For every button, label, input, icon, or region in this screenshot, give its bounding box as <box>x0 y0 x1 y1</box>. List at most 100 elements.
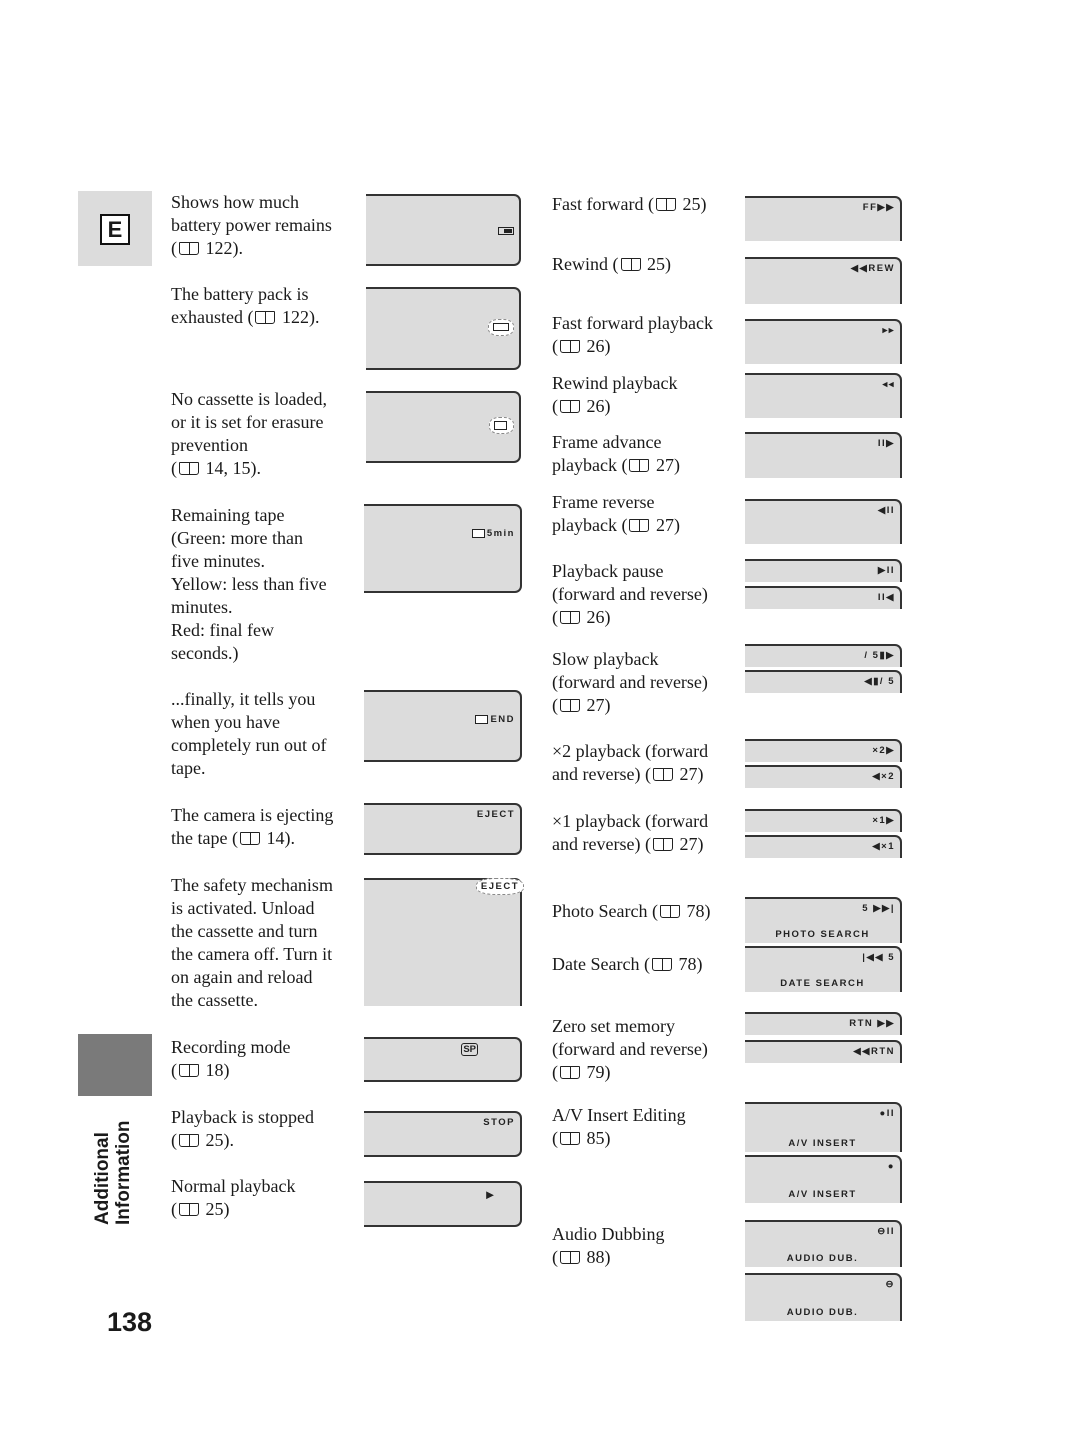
book-reference-icon <box>651 958 672 971</box>
battery-icon <box>498 226 514 237</box>
book-reference-icon <box>560 340 580 353</box>
viewfinder-display: FF▶▶ <box>745 196 902 241</box>
viewfinder-display: ◀◀REW <box>745 257 902 304</box>
page-reference: 27) <box>651 515 680 535</box>
display-mode-label: A/V INSERT <box>788 1138 857 1149</box>
viewfinder-display: ×1▶ <box>745 809 902 832</box>
page-reference: 26) <box>582 396 611 416</box>
display-mode-label: PHOTO SEARCH <box>775 929 870 940</box>
page-reference: 27) <box>582 695 611 715</box>
book-reference-icon <box>655 198 676 211</box>
book-reference-icon <box>560 699 580 712</box>
display-mode-label: AUDIO DUB. <box>786 1307 859 1318</box>
left-item-description: Remaining tape (Green: more than five mi… <box>171 504 361 665</box>
status-indicator: ◂◂ <box>882 379 895 390</box>
left-item-description: Normal playback ( 25) <box>171 1175 361 1221</box>
status-indicator: II▶ <box>877 438 895 449</box>
book-reference-icon <box>255 311 276 324</box>
book-reference-icon <box>560 611 580 624</box>
viewfinder-display: ◂◂ <box>745 373 902 418</box>
right-item-description: ×1 playback (forward and reverse) ( 27) <box>552 810 742 856</box>
status-indicator: ▸▸ <box>882 325 895 336</box>
viewfinder-display: ⊖II AUDIO DUB. <box>745 1220 902 1267</box>
viewfinder-display: END <box>364 690 522 762</box>
book-reference-icon <box>629 519 650 532</box>
left-item-description: No cassette is loaded, or it is set for … <box>171 388 361 480</box>
page-reference: 25) <box>677 194 707 214</box>
display-mode-label: A/V INSERT <box>788 1189 857 1200</box>
description-text: Rewind ( <box>552 254 619 274</box>
section-letter: E <box>100 214 130 245</box>
section-tab-e: E <box>78 191 152 266</box>
viewfinder-display: 5min <box>364 504 522 593</box>
page-reference: 85) <box>582 1128 611 1148</box>
status-indicator: ◀◀RTN <box>853 1046 895 1057</box>
book-reference-icon <box>629 459 650 472</box>
page-reference: 18) <box>201 1060 230 1080</box>
description-text: The safety mechanism is activated. Unloa… <box>171 875 333 1010</box>
viewfinder-display: II◀ <box>745 586 902 609</box>
side-label-line1: Additional <box>92 1132 113 1225</box>
book-reference-icon <box>560 1066 580 1079</box>
status-indicator: ●II <box>879 1108 895 1119</box>
viewfinder-display: STOP <box>364 1111 522 1157</box>
viewfinder-display: ×2▶ <box>745 739 902 762</box>
left-item-description: Recording mode ( 18) <box>171 1036 361 1082</box>
side-label-line2: Information <box>113 1120 134 1226</box>
status-indicator: ×1▶ <box>872 815 895 826</box>
eject-warning-indicator: EJECT <box>475 878 524 895</box>
status-indicator: ◀×2 <box>872 771 895 782</box>
right-item-description: Fast forward playback ( 26) <box>552 312 742 358</box>
viewfinder-display: ◀×2 <box>745 765 902 788</box>
right-item-description: ×2 playback (forward and reverse) ( 27) <box>552 740 742 786</box>
status-indicator: STOP <box>483 1117 515 1128</box>
book-reference-icon <box>179 242 199 255</box>
status-indicator: ◀II <box>877 505 895 516</box>
tape-indicator: 5min <box>471 528 515 539</box>
viewfinder-display: ▶II <box>745 559 902 582</box>
page-reference: 25) <box>201 1199 230 1219</box>
page-reference: 79) <box>582 1062 611 1082</box>
left-item-description: ...finally, it tells you when you have c… <box>171 688 361 780</box>
book-reference-icon <box>560 400 580 413</box>
book-reference-icon <box>179 1203 199 1216</box>
page-reference: 27) <box>674 764 704 784</box>
right-item-description: Playback pause (forward and reverse) ( 2… <box>552 560 742 629</box>
status-indicator: ▶II <box>877 565 895 576</box>
page-reference: 14). <box>261 828 295 848</box>
viewfinder-display: ● A/V INSERT <box>745 1155 902 1203</box>
tape-indicator: END <box>475 714 515 725</box>
cassette-warning-icon <box>489 417 514 434</box>
viewfinder-display <box>366 391 521 463</box>
display-mode-label: DATE SEARCH <box>780 978 865 989</box>
viewfinder-display: ⊖ AUDIO DUB. <box>745 1273 902 1321</box>
viewfinder-display: ◀◀RTN <box>745 1040 902 1063</box>
right-item-description: Rewind playback ( 26) <box>552 372 742 418</box>
status-indicator: EJECT <box>476 809 515 820</box>
right-item-description: Date Search ( 78) <box>552 953 742 976</box>
page-reference: 25). <box>201 1130 235 1150</box>
page-reference: 122). <box>201 238 244 258</box>
status-indicator: RTN ▶▶ <box>849 1018 895 1029</box>
right-item-description: A/V Insert Editing ( 85) <box>552 1104 742 1150</box>
book-reference-icon <box>179 1064 199 1077</box>
right-item-description: Rewind ( 25) <box>552 253 742 276</box>
description-text: Fast forward ( <box>552 194 654 214</box>
status-indicator: ● <box>887 1161 895 1172</box>
page-reference: 26) <box>582 607 611 627</box>
viewfinder-display: ▸▸ <box>745 319 902 364</box>
left-item-description: Shows how much battery power remains ( 1… <box>171 191 361 260</box>
status-indicator: ◀▮/ 5 <box>864 676 895 687</box>
status-indicator: II◀ <box>877 592 895 603</box>
description-text: ...finally, it tells you when you have c… <box>171 689 327 778</box>
viewfinder-display: 5 ▶▶| PHOTO SEARCH <box>745 897 902 943</box>
viewfinder-display: ► <box>364 1181 522 1227</box>
status-indicator: ◀×1 <box>872 841 895 852</box>
viewfinder-display: ◀×1 <box>745 835 902 858</box>
description-text: Photo Search ( <box>552 901 658 921</box>
book-reference-icon <box>560 1132 580 1145</box>
page-reference: 78) <box>681 901 711 921</box>
page-reference: 26) <box>582 336 611 356</box>
right-item-description: Photo Search ( 78) <box>552 900 742 923</box>
book-reference-icon <box>179 462 199 475</box>
